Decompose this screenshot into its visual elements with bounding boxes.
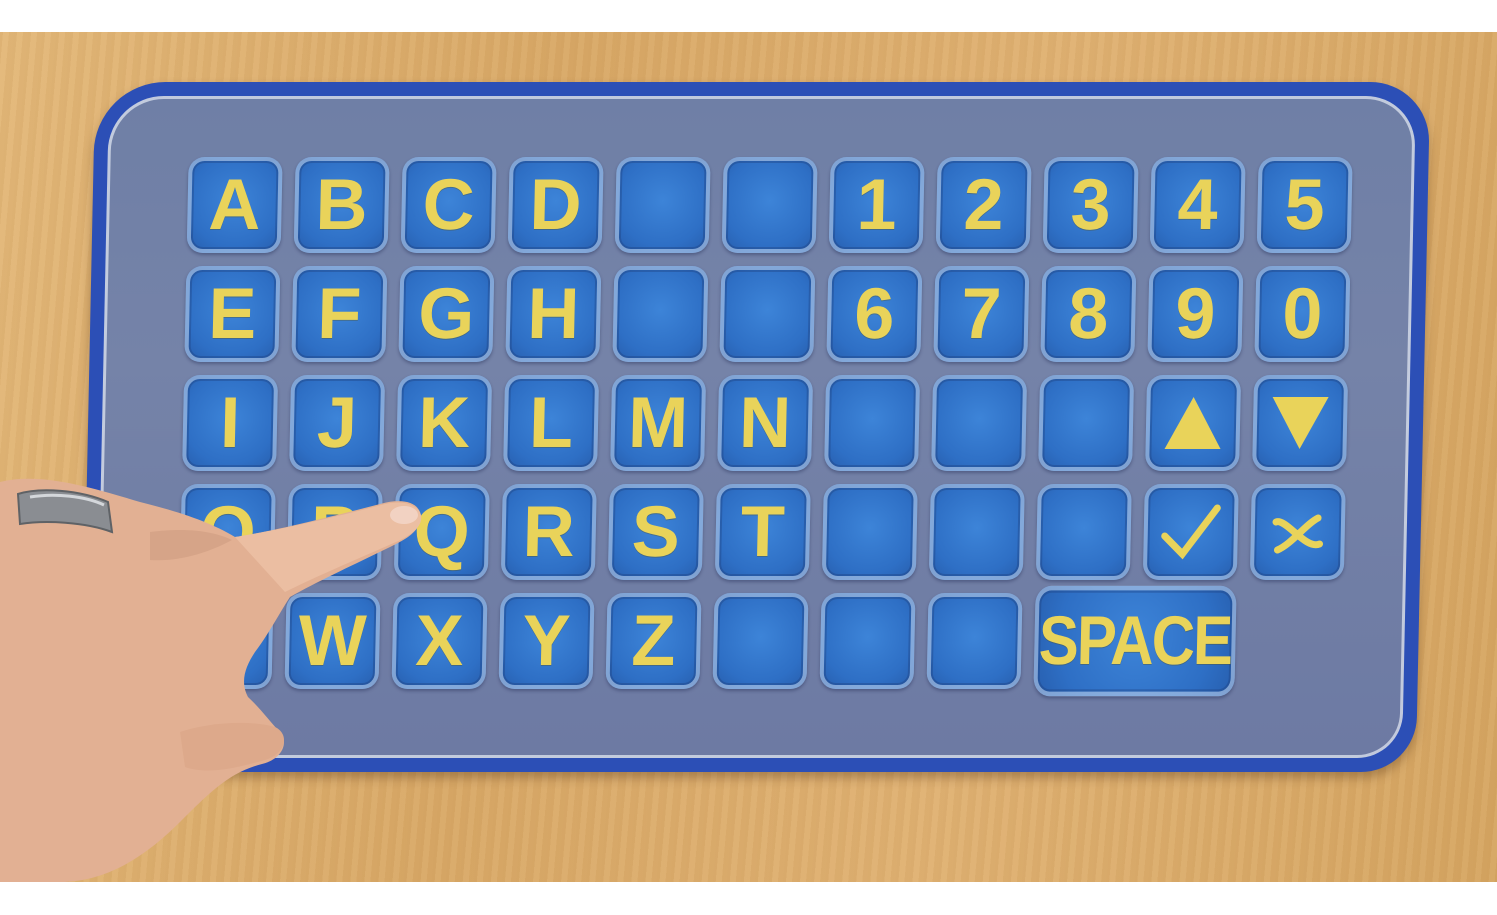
key-f[interactable]: F (291, 266, 388, 362)
key-blank[interactable] (1038, 375, 1135, 471)
key-blank[interactable] (928, 484, 1025, 580)
check-icon (1161, 504, 1221, 560)
photo: A B C D 1 2 3 4 5 E F G H 6 7 8 9 0 I J K L M N O P Q R S T W X Y Z SPACE (0, 32, 1497, 882)
key-blank[interactable] (612, 266, 709, 362)
key-s[interactable]: S (607, 484, 704, 580)
key-b[interactable]: B (293, 157, 390, 253)
keyboard-scene: A B C D 1 2 3 4 5 E F G H 6 7 8 9 0 I J K L M N O P Q R S T W X Y Z SPACE (0, 32, 1497, 882)
key-grid: A B C D 1 2 3 4 5 E F G H 6 7 8 9 0 I J K L M N O P Q R S T W X Y Z SPACE (177, 157, 1353, 697)
key-6[interactable]: 6 (826, 266, 923, 362)
keyguard-keyboard: A B C D 1 2 3 4 5 E F G H 6 7 8 9 0 I J K L M N O P Q R S T W X Y Z SPACE (80, 82, 1431, 772)
key-blank[interactable] (177, 593, 274, 689)
key-k[interactable]: K (396, 375, 493, 471)
up-triangle-icon (1164, 397, 1221, 449)
key-blank[interactable] (824, 375, 921, 471)
key-4[interactable]: 4 (1149, 157, 1246, 253)
key-0[interactable]: 0 (1254, 266, 1351, 362)
keyguard-surface: A B C D 1 2 3 4 5 E F G H 6 7 8 9 0 I J K L M N O P Q R S T W X Y Z SPACE (95, 96, 1416, 758)
key-h[interactable]: H (505, 266, 602, 362)
key-cross[interactable] (1249, 484, 1346, 580)
key-w[interactable]: W (284, 593, 381, 689)
key-blank[interactable] (1035, 484, 1132, 580)
key-9[interactable]: 9 (1147, 266, 1244, 362)
key-blank[interactable] (926, 593, 1023, 689)
down-triangle-icon (1272, 397, 1329, 449)
key-8[interactable]: 8 (1040, 266, 1137, 362)
key-q[interactable]: Q (393, 484, 490, 580)
key-blank[interactable] (614, 157, 711, 253)
key-5[interactable]: 5 (1256, 157, 1353, 253)
key-a[interactable]: A (186, 157, 283, 253)
key-c[interactable]: C (400, 157, 497, 253)
key-space[interactable]: SPACE (1033, 585, 1237, 697)
key-blank[interactable] (931, 375, 1028, 471)
key-x[interactable]: X (391, 593, 488, 689)
key-z[interactable]: Z (605, 593, 702, 689)
key-blank[interactable] (719, 266, 816, 362)
cross-icon (1272, 514, 1324, 554)
key-2[interactable]: 2 (935, 157, 1032, 253)
key-g[interactable]: G (398, 266, 495, 362)
key-blank[interactable] (721, 157, 818, 253)
key-1[interactable]: 1 (828, 157, 925, 253)
key-down-triangle[interactable] (1252, 375, 1349, 471)
key-e[interactable]: E (184, 266, 281, 362)
key-blank[interactable] (821, 484, 918, 580)
key-check[interactable] (1142, 484, 1239, 580)
key-blank[interactable] (712, 593, 809, 689)
key-n[interactable]: N (717, 375, 814, 471)
key-7[interactable]: 7 (933, 266, 1030, 362)
key-i[interactable]: I (182, 375, 279, 471)
key-m[interactable]: M (610, 375, 707, 471)
key-l[interactable]: L (503, 375, 600, 471)
key-j[interactable]: J (289, 375, 386, 471)
key-d[interactable]: D (507, 157, 604, 253)
key-r[interactable]: R (500, 484, 597, 580)
key-blank[interactable] (819, 593, 916, 689)
key-t[interactable]: T (714, 484, 811, 580)
key-p[interactable]: P (286, 484, 383, 580)
key-up-triangle[interactable] (1145, 375, 1242, 471)
key-o[interactable]: O (179, 484, 276, 580)
key-y[interactable]: Y (498, 593, 595, 689)
key-3[interactable]: 3 (1042, 157, 1139, 253)
